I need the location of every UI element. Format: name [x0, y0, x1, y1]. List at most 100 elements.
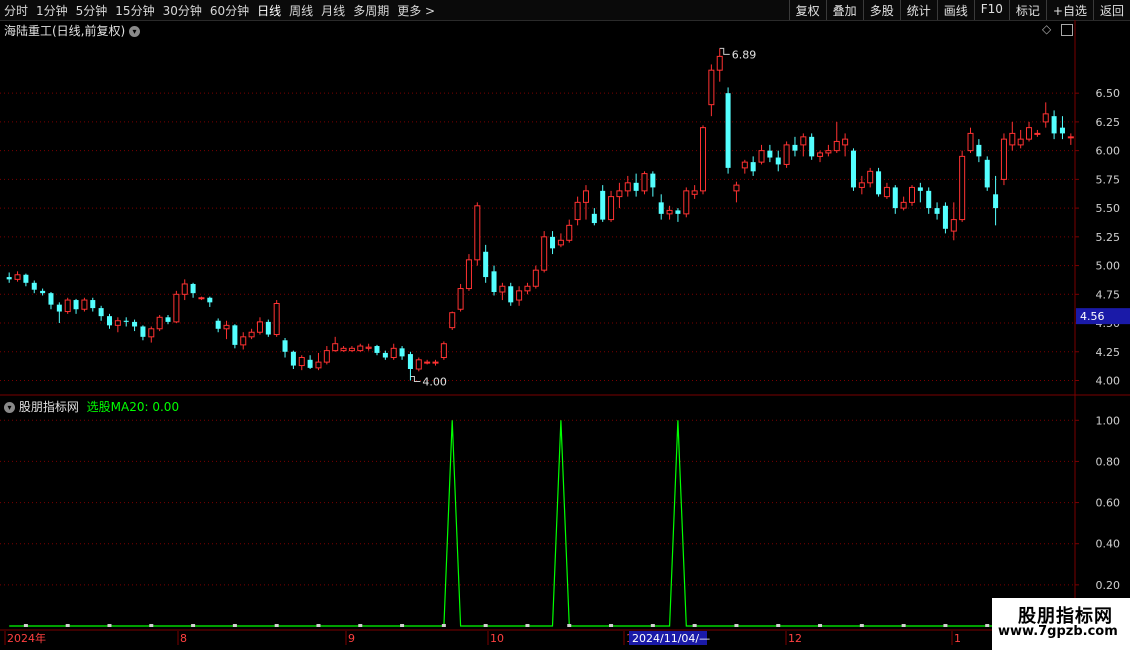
- candle-body-up: [566, 224, 573, 241]
- candle-body-up: [148, 328, 155, 338]
- baseline-marker: [650, 624, 655, 627]
- candle-body-up: [616, 190, 623, 198]
- candle-body-up: [499, 285, 506, 293]
- baseline-marker: [191, 624, 196, 627]
- candle-body-up: [624, 182, 631, 192]
- baseline-marker: [525, 624, 530, 627]
- candle-body-up: [608, 196, 615, 221]
- candle-body-up: [908, 186, 915, 203]
- candle-body-down: [508, 286, 514, 303]
- candle-body-up: [248, 331, 255, 338]
- candle-body-down: [282, 340, 288, 352]
- candle-body-down: [591, 213, 597, 224]
- candle-body-up: [173, 293, 180, 323]
- candle-body-down: [633, 182, 639, 191]
- candle-body-down: [917, 187, 923, 191]
- indicator-tick-label: 0.20: [1096, 579, 1121, 592]
- candle-body-up: [1067, 136, 1074, 139]
- candle-body-up: [1042, 113, 1049, 123]
- candle-body-up: [758, 150, 765, 163]
- baseline-marker: [985, 624, 990, 627]
- candle-body-down: [491, 271, 497, 293]
- current-price-label: 4.56: [1080, 310, 1105, 323]
- candle-body-down: [675, 210, 681, 214]
- min-marker: [410, 376, 421, 383]
- candle-body-down: [407, 354, 413, 370]
- candle-body-up: [457, 288, 464, 310]
- candle-body-up: [390, 347, 397, 359]
- candle-body-down: [73, 300, 79, 310]
- watermark: 股朋指标网 www.7gpzb.com: [992, 598, 1130, 650]
- watermark-url: www.7gpzb.com: [998, 624, 1118, 639]
- candle-body-up: [1026, 127, 1033, 140]
- candle-body-down: [382, 352, 388, 358]
- candle-body-up: [415, 359, 422, 370]
- candle-body-up: [666, 209, 673, 215]
- candle-body-up: [842, 138, 849, 146]
- price-tick-label: 6.25: [1096, 116, 1121, 129]
- candle-body-down: [165, 317, 171, 322]
- candle-body-down: [90, 300, 96, 309]
- candle-body-up: [691, 190, 698, 195]
- candle-body-up: [181, 283, 188, 295]
- indicator-tick-label: 0.80: [1096, 455, 1121, 468]
- candle-body-up: [1009, 132, 1016, 146]
- candle-body-down: [600, 190, 606, 220]
- candle-body-down: [934, 208, 940, 214]
- candle-body-down: [984, 159, 990, 188]
- candle-body-up: [541, 236, 548, 271]
- candle-body-up: [800, 136, 807, 146]
- candle-body-up: [432, 361, 439, 364]
- candle-body-up: [332, 343, 339, 352]
- candle-body-up: [424, 361, 431, 364]
- candle-body-down: [892, 187, 898, 209]
- candle-body-up: [64, 299, 71, 313]
- candle-body-up: [14, 274, 21, 280]
- candle-body-up: [733, 184, 740, 192]
- candle-body-up: [858, 182, 865, 188]
- candle-body-up: [114, 320, 121, 326]
- price-tick-label: 4.25: [1096, 346, 1121, 359]
- candle-body-down: [942, 205, 948, 229]
- candle-body-up: [825, 150, 832, 154]
- baseline-marker: [859, 624, 864, 627]
- baseline-marker: [400, 624, 405, 627]
- price-tick-label: 5.25: [1096, 231, 1121, 244]
- candle-body-down: [993, 194, 999, 209]
- candle-body-up: [900, 201, 907, 209]
- baseline-marker: [232, 624, 237, 627]
- x-tick-label: 9: [348, 632, 355, 645]
- candle-body-up: [298, 357, 305, 367]
- candle-body-up: [516, 290, 523, 301]
- candle-body-down: [374, 346, 380, 353]
- candle-body-down: [750, 162, 756, 172]
- candle-body-down: [215, 320, 221, 329]
- candle-body-up: [348, 347, 355, 352]
- candle-body-up: [273, 303, 280, 336]
- candle-body-up: [683, 190, 690, 215]
- kline-chart[interactable]: 6.506.256.005.755.505.255.004.754.504.25…: [0, 0, 1130, 650]
- candle-body-up: [465, 259, 472, 290]
- candle-body-down: [550, 236, 556, 249]
- candle-body-down: [876, 171, 882, 195]
- candle-body-down: [725, 93, 731, 168]
- candle-body-down: [6, 277, 12, 280]
- baseline-marker: [776, 624, 781, 627]
- baseline-marker: [567, 624, 572, 627]
- candle-body-up: [256, 321, 263, 333]
- candle-body-down: [926, 190, 932, 209]
- candle-body-down: [767, 150, 773, 158]
- candle-body-down: [123, 320, 129, 322]
- candle-body-down: [40, 290, 46, 294]
- candle-body-up: [716, 55, 723, 71]
- candle-body-up: [340, 347, 347, 352]
- candle-body-up: [532, 269, 539, 287]
- indicator-tick-label: 0.60: [1096, 497, 1121, 510]
- x-tick-label: 10: [490, 632, 504, 645]
- candle-body-up: [315, 361, 322, 369]
- candle-body-up: [198, 297, 205, 300]
- baseline-marker: [274, 624, 279, 627]
- max-marker: [719, 47, 730, 55]
- candle-body-down: [809, 136, 815, 157]
- candle-body-down: [650, 173, 656, 188]
